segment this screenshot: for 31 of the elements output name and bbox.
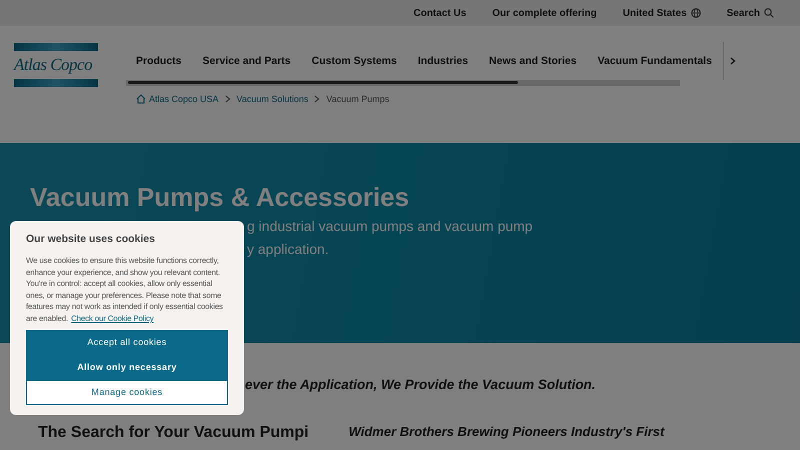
current-page-label: Vacuum Pumps <box>326 94 390 104</box>
chevron-icon <box>730 57 736 65</box>
scrollbar[interactable] <box>126 80 680 86</box>
country-link[interactable]: United States <box>622 8 701 18</box>
nav-item[interactable]: News and Stories <box>479 55 588 67</box>
cookie-button[interactable]: Accept all cookies <box>26 330 228 355</box>
chevron-icon <box>224 95 231 103</box>
hero-subtitle: y application. <box>247 240 330 259</box>
company-logo[interactable]: Atlas Copco <box>14 43 98 138</box>
manage-cookies-button[interactable]: Manage cookies <box>26 380 228 405</box>
nav-item[interactable]: Industries <box>408 55 480 67</box>
hero-title: Vacuum Pumps & Accessories <box>30 182 410 213</box>
chevron-icon <box>314 95 320 103</box>
breadcrumb-link[interactable]: Atlas Copco USA <box>136 94 219 104</box>
dialog-title: Our website uses cookies <box>26 233 156 245</box>
nav-item[interactable]: Service and Parts <box>192 55 302 67</box>
nav-item[interactable]: Products <box>126 55 193 67</box>
nav-item[interactable]: Custom Systems <box>302 55 408 67</box>
hero-subtitle: g industrial vacuum pumps and vacuum pump <box>247 217 533 236</box>
section-heading: The Search for Your Vacuum Pumpi <box>38 424 309 442</box>
search-link[interactable]: Search <box>726 8 774 18</box>
utility-link[interactable]: Contact Us <box>413 8 466 18</box>
tagline: ever the Application, We Provide the Vacuum Solution. <box>245 377 596 392</box>
story-title[interactable]: Widmer Brothers Brewing Pioneers Industry's First <box>348 424 664 440</box>
nav-item[interactable]: Vacuum Fundamentals <box>588 55 723 67</box>
search-icon <box>764 8 774 18</box>
globe-icon <box>690 8 701 18</box>
breadcrumb-link[interactable]: Vacuum Solutions <box>236 94 308 104</box>
utility-link[interactable]: Our complete offering <box>492 8 597 18</box>
home-icon <box>136 94 146 104</box>
cookie-button[interactable]: Allow only necessary <box>26 354 228 380</box>
